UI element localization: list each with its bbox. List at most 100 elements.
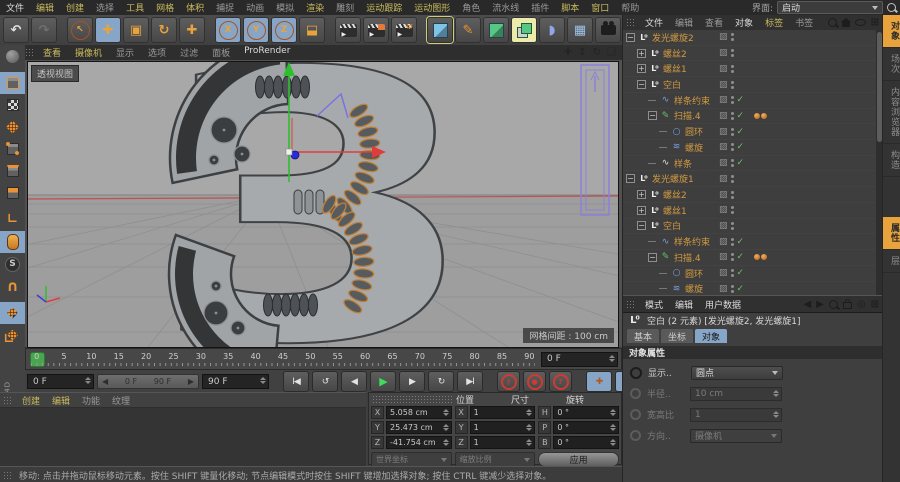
layer-color-icon[interactable]: ▨ [719, 32, 728, 42]
enabled-check-icon[interactable]: ✓ [737, 284, 747, 294]
tab-基本[interactable]: 基本 [627, 329, 660, 343]
object-manager-menu-标签[interactable]: 标签 [759, 16, 789, 29]
spinner-icon[interactable] [609, 354, 615, 362]
enabled-check-icon[interactable]: ✓ [737, 95, 747, 105]
layer-color-icon[interactable]: ▨ [719, 127, 728, 137]
visibility-dots-icon[interactable] [730, 111, 734, 120]
enabled-check-icon[interactable]: ✓ [737, 158, 747, 168]
tree-item-样条[interactable]: ∿ 样条 ▨ ✓ [623, 156, 876, 172]
frame-range-slider[interactable]: ◀ 0 F 90 F ▶ [97, 374, 199, 389]
panel-grip-icon[interactable] [626, 18, 635, 27]
visibility-dots-icon[interactable] [730, 206, 734, 215]
deformers-menu[interactable]: ◗ [539, 17, 565, 43]
target-icon[interactable]: ◎ [857, 299, 866, 310]
enabled-check-icon[interactable]: ✓ [737, 142, 747, 152]
keyframe-dot-icon[interactable] [630, 366, 642, 379]
coord-field-尺寸-X[interactable]: 1 [469, 406, 536, 419]
generators-menu[interactable] [511, 17, 537, 43]
spinner-icon[interactable] [526, 439, 533, 446]
layer-color-icon[interactable]: ▨ [719, 174, 728, 184]
tab-对象[interactable]: 对象 [695, 329, 728, 343]
panel-tab-场次[interactable]: 场次 [883, 48, 900, 81]
viewport-menu-查看[interactable]: 查看 [36, 46, 68, 59]
goto-prev-key-button[interactable]: ↺ [312, 371, 338, 392]
expand-icon[interactable]: + [637, 48, 646, 58]
enabled-check-icon[interactable]: ✓ [737, 111, 747, 121]
layer-color-icon[interactable]: ▨ [719, 237, 728, 247]
layer-color-icon[interactable]: ▨ [719, 284, 728, 294]
menu-流水线[interactable]: 流水线 [486, 1, 525, 14]
layer-color-icon[interactable]: ▨ [719, 64, 728, 74]
collapse-icon[interactable]: − [648, 252, 657, 262]
polygons-mode-button[interactable] [0, 182, 25, 204]
menu-插件[interactable]: 插件 [525, 1, 555, 14]
collapse-icon[interactable]: − [626, 32, 635, 42]
visibility-dots-icon[interactable] [730, 159, 734, 168]
spinner-icon[interactable] [526, 409, 533, 416]
viewport-menu-过滤[interactable]: 过滤 [173, 46, 205, 59]
object-manager-menu-编辑[interactable]: 编辑 [669, 16, 699, 29]
layer-color-icon[interactable]: ▨ [719, 221, 728, 231]
material-menu-纹理[interactable]: 纹理 [106, 394, 136, 407]
coord-field-位置-Z[interactable]: -41.754 cm [386, 436, 452, 449]
floor-menu[interactable]: ▦ [567, 17, 593, 43]
panel-grip-icon[interactable] [626, 299, 635, 309]
move-tool[interactable]: ✚ [95, 17, 121, 43]
workplane-align-button[interactable]: ∟ [0, 324, 25, 346]
visibility-dots-icon[interactable] [730, 143, 734, 152]
range-right-arrow-icon[interactable]: ▶ [188, 377, 194, 386]
menu-模拟[interactable]: 模拟 [270, 1, 300, 14]
tree-item-空白[interactable]: − L⁰ 空白 ▨ [623, 219, 876, 235]
menu-雕刻[interactable]: 雕刻 [330, 1, 360, 14]
texture-mode-button[interactable] [0, 94, 25, 116]
enabled-check-icon[interactable]: ✓ [737, 268, 747, 278]
material-menu-功能[interactable]: 功能 [76, 394, 106, 407]
menu-运动跟踪[interactable]: 运动跟踪 [360, 1, 408, 14]
coord-select-缩放比例[interactable]: 缩放比例 [454, 452, 536, 467]
menu-运动图形[interactable]: 运动图形 [408, 1, 456, 14]
layer-color-icon[interactable]: ▨ [719, 48, 728, 58]
menu-窗口[interactable]: 窗口 [585, 1, 615, 14]
menu-选择[interactable]: 选择 [90, 1, 120, 14]
tree-item-空白[interactable]: − L⁰ 空白 ▨ [623, 77, 876, 93]
coord-field-尺寸-Z[interactable]: 1 [469, 436, 536, 449]
camera-menu[interactable] [595, 17, 621, 43]
attribute-menu-用户数据[interactable]: 用户数据 [699, 298, 747, 311]
menu-脚本[interactable]: 脚本 [555, 1, 585, 14]
tree-item-圆环[interactable]: ○ 圆环 ▨ ✓ [623, 124, 876, 140]
tree-item-螺旋[interactable]: ≋ 螺旋 ▨ ✓ [623, 282, 876, 295]
panel-tab-构造[interactable]: 构造 [883, 144, 900, 177]
goto-end-button[interactable]: ▶I [457, 371, 483, 392]
pan-view-icon[interactable]: ✚ [564, 47, 572, 58]
primitive-cube-menu[interactable] [427, 17, 453, 43]
viewport-canvas[interactable]: 3 透视视图 网格间距: 100 cm [0, 0, 900, 426]
layer-color-icon[interactable]: ▨ [719, 205, 728, 215]
play-forward-button[interactable]: ▶ [370, 371, 396, 392]
viewport-menu-摄像机[interactable]: 摄像机 [68, 46, 109, 59]
panel-tab-对象[interactable]: 对象 [883, 15, 900, 48]
material-menu-创建[interactable]: 创建 [16, 394, 46, 407]
viewport-menu-选项[interactable]: 选项 [141, 46, 173, 59]
object-manager-menu-书签[interactable]: 书签 [789, 16, 819, 29]
record-position-toggle[interactable]: ✚ [586, 371, 612, 392]
collapse-icon[interactable]: − [648, 111, 657, 121]
current-frame-field[interactable]: 0 F [541, 351, 618, 367]
scale-tool[interactable]: ▣ [123, 17, 149, 43]
timeline-ruler[interactable]: 0 5 10 15 20 25 30 35 40 45 50 55 60 65 70 75 80 85 90 [29, 351, 537, 367]
home-icon[interactable] [840, 17, 851, 27]
enabled-check-icon[interactable]: ✓ [737, 252, 747, 262]
render-view-button[interactable] [335, 17, 361, 43]
panel-tab-属性[interactable]: 属性 [883, 217, 900, 250]
workplane-mode-button[interactable] [0, 116, 25, 138]
layer-color-icon[interactable]: ▨ [719, 95, 728, 105]
goto-next-key-button[interactable]: ↻ [428, 371, 454, 392]
viewport[interactable]: 3 透视视图 网格间距: 100 cm [0, 0, 900, 426]
layer-color-icon[interactable]: ▨ [719, 268, 728, 278]
viewport-solo-button[interactable] [0, 231, 25, 253]
spinner-icon[interactable] [773, 410, 779, 418]
undo-button[interactable]: ↶ [3, 17, 29, 43]
record-keyframe-button[interactable]: ⚷ [497, 371, 520, 392]
object-manager-menu-查看[interactable]: 查看 [699, 16, 729, 29]
spinner-icon[interactable] [442, 409, 449, 416]
render-picture-viewer-button[interactable] [363, 17, 389, 43]
